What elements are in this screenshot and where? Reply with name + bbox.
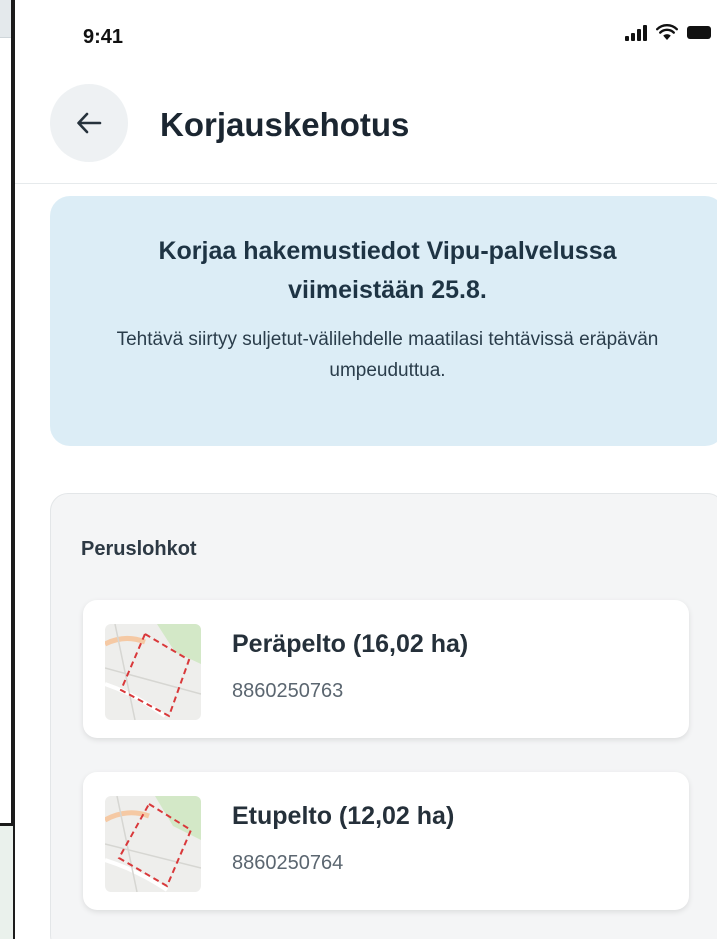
background-window <box>0 0 14 826</box>
parcel-card[interactable]: Peräpelto (16,02 ha) 8860250763 <box>83 600 689 738</box>
page-title: Korjauskehotus <box>160 106 410 143</box>
parcel-id: 8860250763 <box>232 680 344 702</box>
status-icons <box>625 24 711 41</box>
wifi-icon <box>656 24 678 40</box>
parcels-section: Peruslohkot Peräpelto (16,02 ha) 8860250… <box>50 493 717 939</box>
banner-headline: Korjaa hakemustiedot Vipu-palvelussa vii… <box>158 237 617 304</box>
back-button[interactable] <box>50 84 128 162</box>
status-time: 9:41 <box>83 26 124 48</box>
signal-icon <box>625 24 647 41</box>
status-bar: 9:41 <box>15 0 717 66</box>
section-title: Peruslohkot <box>81 538 197 560</box>
app-header: Korjauskehotus <box>15 66 717 184</box>
phone-screen: 9:41 Korjauskehotus Korjaa hakemustiedot… <box>13 0 717 939</box>
background-toolbar <box>0 0 11 38</box>
battery-icon <box>687 26 711 39</box>
arrow-left-icon <box>77 112 102 134</box>
parcel-id: 8860250764 <box>232 852 344 874</box>
info-banner: Korjaa hakemustiedot Vipu-palvelussa vii… <box>50 196 717 446</box>
parcel-card[interactable]: Etupelto (12,02 ha) 8860250764 <box>83 772 689 910</box>
parcel-name: Etupelto (12,02 ha) <box>232 802 455 830</box>
parcel-name: Peräpelto (16,02 ha) <box>232 630 469 658</box>
map-thumbnail <box>105 624 201 720</box>
banner-body: Tehtävä siirtyy suljetut-välilehdelle ma… <box>116 328 659 381</box>
map-thumbnail <box>105 796 201 892</box>
